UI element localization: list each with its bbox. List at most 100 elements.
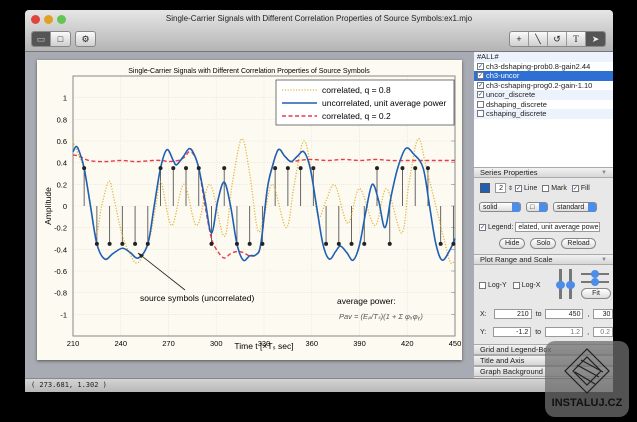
fill-checkbox[interactable]: ✓ <box>571 184 579 192</box>
line-style-select[interactable]: solid <box>479 202 521 212</box>
view-toggle: ▭ □ <box>31 31 71 47</box>
series-list-item[interactable]: cshaping_discrete <box>474 109 613 119</box>
legend: correlated, q = 0.8 uncorrelated, unit a… <box>275 79 455 126</box>
legend-checkbox[interactable]: ✓ <box>479 223 486 231</box>
y-tick-label: -0.2 <box>54 224 67 233</box>
series-list-item[interactable]: ✓ uncor_discrete <box>474 90 613 100</box>
y-max-field[interactable]: 1.2 <box>545 327 584 337</box>
symbol-dot <box>171 166 176 171</box>
symbol-dot <box>107 241 112 246</box>
series-checkbox[interactable]: ✓ <box>477 81 484 89</box>
y-zoom-slider[interactable] <box>566 269 575 299</box>
y-range-slider[interactable] <box>556 269 565 299</box>
section-title: Series Properties <box>480 168 538 177</box>
series-list-item[interactable]: ✓ ch3-cshaping-prog0.2-gain-1.10 <box>474 81 613 91</box>
log-y-label: Log-Y <box>488 282 507 289</box>
y-axis-label: Amplitude <box>43 187 53 225</box>
y-step-field[interactable]: 0.2 <box>593 327 613 337</box>
fit-button[interactable]: Fit <box>581 288 611 299</box>
y-min-field[interactable]: -1.2 <box>493 327 532 337</box>
symbol-dot <box>260 241 265 246</box>
x-tick-label: 390 <box>353 339 366 348</box>
series-label: ch3-dshaping-prob0.8-gain2.44 <box>486 61 591 71</box>
hide-button[interactable]: Hide <box>499 238 526 249</box>
series-properties-header[interactable]: Series Properties ▼ <box>474 167 613 178</box>
pointer-icon[interactable]: ➤ <box>586 32 605 46</box>
mode-select[interactable]: standard <box>553 202 597 212</box>
to-label: to <box>535 328 542 336</box>
series-list-item[interactable]: dshaping_discrete <box>474 100 613 110</box>
annotation-symbols: source symbols (uncorrelated) <box>140 293 254 303</box>
marker-select[interactable]: □ <box>526 202 548 212</box>
annotation-power-formula: Pav = (Eₚ/Tₛ)(1 + Σ φₓφᵧ) <box>339 312 423 321</box>
line-checkbox[interactable]: ✓ <box>515 184 523 192</box>
side-panel: #ALL# ✓ ch3-dshaping-prob0.8-gain2.44 ✓ ch3-… <box>474 52 613 382</box>
symbol-dot <box>400 166 405 171</box>
annotation-arrow <box>137 252 186 291</box>
series-checkbox[interactable] <box>477 100 484 108</box>
x-max-field[interactable]: 450 <box>545 309 584 319</box>
chart-title: Single-Carrier Signals with Different Co… <box>128 68 370 75</box>
app-window: Single-Carrier Signals with Different Co… <box>25 10 613 392</box>
symbol-dot <box>184 166 189 171</box>
legend-text-field[interactable]: elated, unit average power <box>515 222 601 232</box>
section-title: Plot Range and Scale <box>480 255 553 264</box>
text-tool-icon[interactable]: T <box>567 32 586 46</box>
x-range-slider[interactable] <box>581 270 609 278</box>
series-checkbox[interactable] <box>477 110 484 118</box>
x-tick-label: 360 <box>305 339 318 348</box>
settings-group: ⚙ <box>75 31 96 47</box>
legend-item-q08: correlated, q = 0.8 <box>322 85 391 95</box>
symbol-dot <box>133 241 138 246</box>
series-checkbox[interactable]: ✓ <box>477 72 484 80</box>
plot-canvas[interactable]: Single-Carrier Signals with Different Co… <box>37 60 462 360</box>
legend-label: Legend: <box>488 223 514 231</box>
reload-button[interactable]: Reload <box>561 238 596 249</box>
rotate-icon[interactable]: ↺ <box>548 32 567 46</box>
symbol-dot <box>273 166 278 171</box>
x-min-field[interactable]: 210 <box>493 309 532 319</box>
series-list[interactable]: #ALL# ✓ ch3-dshaping-prob0.8-gain2.44 ✓ ch3-… <box>474 52 613 167</box>
mode-value: standard <box>557 204 585 211</box>
y-range-label: Y: <box>480 328 487 336</box>
crosshair-icon[interactable]: + <box>510 32 529 46</box>
x-axis-label: Time t [×Tₛ sec] <box>234 341 293 351</box>
symbol-dot <box>336 241 341 246</box>
x-step-field[interactable]: 30 <box>593 309 613 319</box>
series-checkbox[interactable]: ✓ <box>477 62 484 70</box>
symbol-dot <box>425 166 430 171</box>
marker-value: □ <box>530 204 535 211</box>
y-tick-label: 0.8 <box>57 115 67 124</box>
x-zoom-slider[interactable] <box>581 278 609 286</box>
log-x-checkbox[interactable] <box>512 282 520 289</box>
symbol-dot <box>209 241 214 246</box>
log-x-label: Log-X <box>521 282 541 289</box>
single-view-icon[interactable]: □ <box>51 32 70 46</box>
symbol-dot <box>413 166 418 171</box>
series-checkbox[interactable]: ✓ <box>477 91 484 99</box>
symbol-dot <box>298 166 303 171</box>
series-list-item[interactable]: ✓ ch3-uncor <box>474 71 613 81</box>
line-width-field[interactable]: 2 <box>495 183 506 193</box>
solo-button[interactable]: Solo <box>530 238 557 249</box>
gear-icon[interactable]: ⚙ <box>76 32 95 46</box>
symbol-dot <box>247 241 252 246</box>
series-label: ch3-cshaping-prog0.2-gain-1.10 <box>486 80 593 90</box>
x-tick-label: 420 <box>401 339 414 348</box>
series-list-item[interactable]: ✓ ch3-dshaping-prob0.8-gain2.44 <box>474 62 613 72</box>
width-stepper[interactable]: ⇕ <box>508 185 513 192</box>
x-tick-label: 270 <box>162 339 175 348</box>
layout-icon[interactable]: ▭ <box>32 32 51 46</box>
log-y-checkbox[interactable] <box>479 282 486 289</box>
symbol-dot <box>234 241 239 246</box>
symbol-dot <box>324 241 329 246</box>
annotation-power-title: average power: <box>337 296 396 306</box>
to-label: to <box>535 310 542 318</box>
y-tick-label: 1 <box>63 94 67 103</box>
plot-range-header[interactable]: Plot Range and Scale ▼ <box>474 254 613 265</box>
y-tick-label: -0.4 <box>54 245 67 254</box>
mark-checkbox[interactable] <box>542 184 550 192</box>
series-color-swatch[interactable] <box>480 183 490 193</box>
line-icon[interactable]: ╲ <box>529 32 548 46</box>
series-list-item[interactable]: #ALL# <box>474 52 613 62</box>
